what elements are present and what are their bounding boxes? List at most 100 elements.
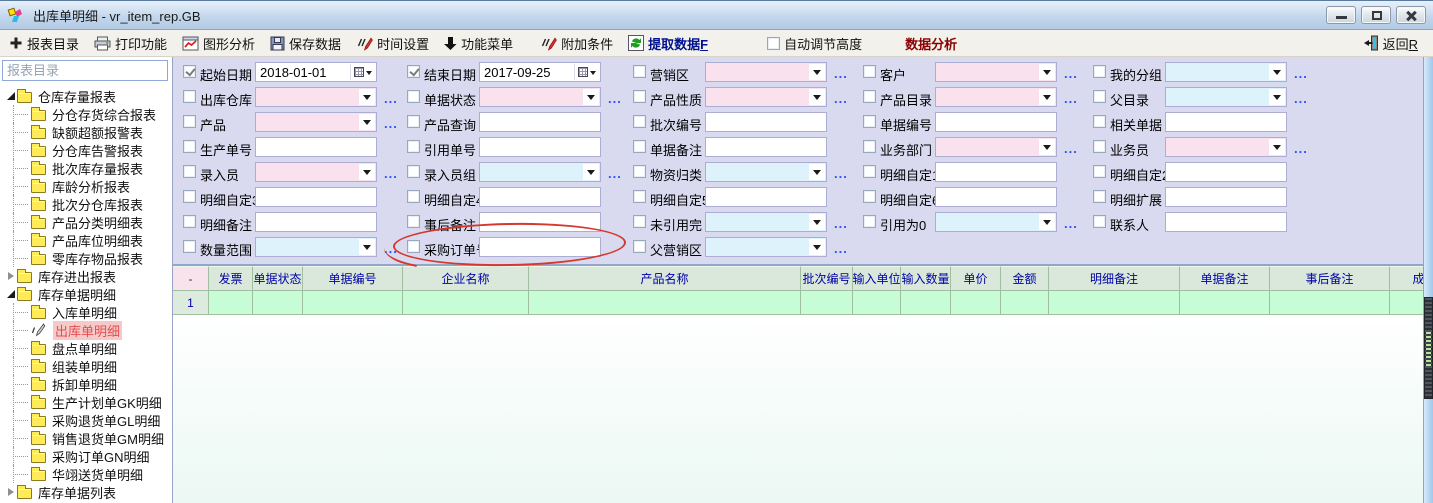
tree-item[interactable]: 采购订单GN明细 [0,447,172,465]
filter-checkbox[interactable] [633,140,646,153]
tree-item[interactable]: 入库单明细 [0,303,172,321]
tree-item[interactable]: 拆卸单明细 [0,375,172,393]
filter-input[interactable] [255,187,377,207]
filter-checkbox[interactable] [183,215,196,228]
filter-combo[interactable] [1165,137,1287,157]
filter-checkbox[interactable] [183,165,196,178]
dropdown-button[interactable] [359,239,375,255]
tree-item[interactable]: 缺额超额报警表 [0,123,172,141]
ellipsis-more-link[interactable]: ... [384,166,398,181]
table-cell[interactable] [1270,291,1390,315]
ellipsis-more-link[interactable]: ... [1294,66,1308,81]
filter-checkbox[interactable] [863,90,876,103]
ellipsis-more-link[interactable]: ... [1294,91,1308,106]
dropdown-button[interactable] [1269,139,1285,155]
ellipsis-more-link[interactable]: ... [834,91,848,106]
ellipsis-more-link[interactable]: ... [608,91,622,106]
filter-input[interactable] [1165,162,1287,182]
table-cell[interactable] [529,291,801,315]
ellipsis-more-link[interactable]: ... [834,66,848,81]
dropdown-button[interactable] [1039,214,1055,230]
report-catalog-search-input[interactable] [2,60,168,81]
filter-combo[interactable] [705,62,827,82]
column-header[interactable]: 成本 [1390,266,1423,291]
filter-checkbox[interactable] [407,215,420,228]
filter-checkbox[interactable] [183,240,196,253]
filter-checkbox[interactable] [407,165,420,178]
tree-item[interactable]: 组装单明细 [0,357,172,375]
tree-item[interactable]: 产品库位明细表 [0,231,172,249]
filter-combo[interactable] [1165,62,1287,82]
dropdown-button[interactable] [359,89,375,105]
dropdown-button[interactable] [1039,64,1055,80]
filter-input[interactable] [255,212,377,232]
filter-combo[interactable] [255,237,377,257]
toolbar-button-auto-height[interactable]: 自动调节高度 [767,34,862,53]
filter-input[interactable] [255,137,377,157]
tree-item[interactable]: 产品分类明细表 [0,213,172,231]
tree-item[interactable]: 生产计划单GK明细 [0,393,172,411]
tree-item[interactable]: 出库单明细 [0,321,172,339]
tree-item[interactable]: 销售退货单GM明细 [0,429,172,447]
date-picker-button[interactable] [350,64,375,80]
filter-combo[interactable] [935,87,1057,107]
filter-checkbox[interactable] [1093,215,1106,228]
column-header[interactable]: 发票 [209,266,253,291]
filter-checkbox[interactable] [1093,165,1106,178]
table-cell[interactable] [951,291,1001,315]
filter-checkbox[interactable] [407,90,420,103]
filter-checkbox[interactable] [863,190,876,203]
filter-combo[interactable] [255,162,377,182]
auto-height-checkbox[interactable] [767,37,780,50]
table-cell[interactable] [253,291,303,315]
filter-checkbox[interactable] [633,165,646,178]
filter-input[interactable] [705,187,827,207]
filter-combo[interactable] [705,212,827,232]
filter-checkbox[interactable] [633,240,646,253]
minimize-button[interactable] [1326,6,1356,24]
table-cell[interactable] [853,291,901,315]
filter-checkbox[interactable] [407,140,420,153]
filter-checkbox[interactable] [863,165,876,178]
toolbar-button-print[interactable]: 打印功能 [94,34,167,53]
filter-checkbox[interactable] [633,190,646,203]
filter-input[interactable] [705,137,827,157]
filter-checkbox[interactable] [407,190,420,203]
column-header[interactable]: 单据状态 [253,266,303,291]
filter-checkbox[interactable] [863,140,876,153]
tree-item[interactable]: 分仓库告警报表 [0,141,172,159]
toolbar-button-time-settings[interactable]: 时间设置 [356,34,429,53]
filter-checkbox[interactable] [633,115,646,128]
filter-checkbox[interactable] [183,65,196,78]
filter-checkbox[interactable] [863,65,876,78]
toolbar-button-data-analysis[interactable]: 数据分析 [905,34,957,53]
toolbar-button-return[interactable]: 返回R [1363,34,1418,53]
ellipsis-more-link[interactable]: ... [384,116,398,131]
toolbar-button-extract-data[interactable]: 提取数据F [628,34,708,53]
toolbar-button-graph-analysis[interactable]: 图形分析 [182,34,255,53]
table-cell[interactable] [303,291,403,315]
filter-checkbox[interactable] [183,115,196,128]
tree-expanded-icon[interactable] [4,92,17,100]
vertical-scrollbar[interactable] [1423,57,1433,503]
table-cell[interactable] [1180,291,1270,315]
dropdown-button[interactable] [1039,89,1055,105]
dropdown-button[interactable] [809,164,825,180]
filter-checkbox[interactable] [407,240,420,253]
column-header[interactable]: 单据备注 [1180,266,1270,291]
filter-combo[interactable] [479,162,601,182]
tree-collapsed-icon[interactable] [4,272,17,280]
column-header[interactable]: 产品名称 [529,266,801,291]
dropdown-button[interactable] [583,89,599,105]
column-header[interactable]: 批次编号 [801,266,853,291]
column-header[interactable]: 企业名称 [403,266,529,291]
filter-combo[interactable] [479,87,601,107]
dropdown-button[interactable] [1269,89,1285,105]
date-input[interactable]: 2018-01-01 [255,62,377,82]
filter-input[interactable] [479,187,601,207]
filter-input[interactable] [935,187,1057,207]
table-cell[interactable] [901,291,951,315]
column-header[interactable]: 输入单位 [853,266,901,291]
ellipsis-more-link[interactable]: ... [384,91,398,106]
table-cell[interactable] [1049,291,1180,315]
